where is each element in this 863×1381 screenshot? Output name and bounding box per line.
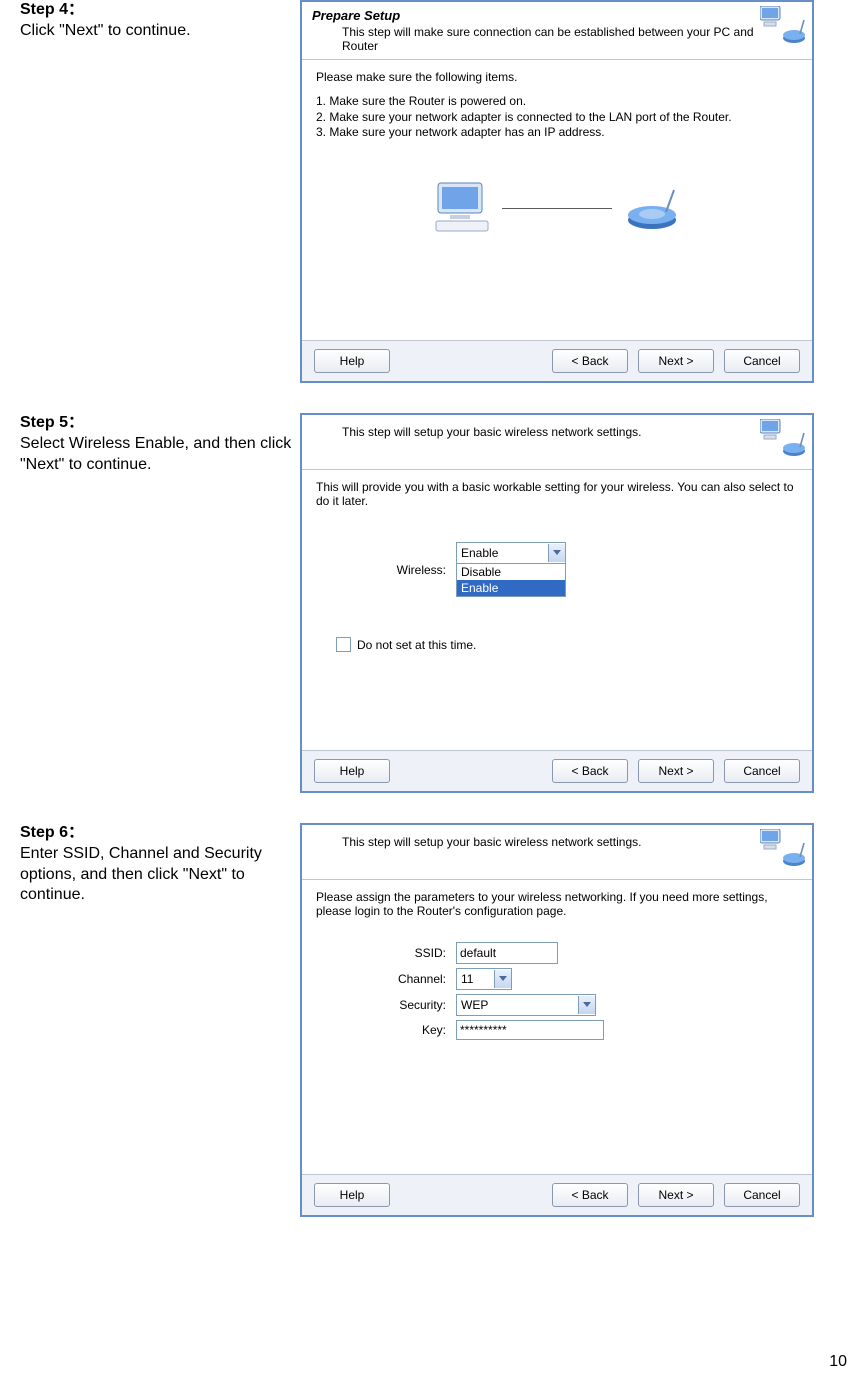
list-item: 3. Make sure your network adapter has an… bbox=[316, 125, 798, 141]
dialog5-subtitle: This step will setup your basic wireless… bbox=[312, 423, 802, 441]
step6-title: Step 6： bbox=[20, 824, 84, 841]
wireless-dropdown[interactable]: Enable Disable Enable bbox=[456, 542, 566, 597]
dialog4-pleasemake: Please make sure the following items. bbox=[316, 70, 798, 84]
pc-router-icon bbox=[760, 6, 806, 46]
dialog6-buttonbar: Help < Back Next > Cancel bbox=[302, 1174, 812, 1215]
connection-line-icon bbox=[502, 208, 612, 209]
next-button[interactable]: Next > bbox=[638, 759, 714, 783]
dialog-step6: This step will setup your basic wireless… bbox=[300, 823, 814, 1217]
step6-text: Step 6： Enter SSID, Channel and Security… bbox=[20, 823, 300, 906]
help-button[interactable]: Help bbox=[314, 759, 390, 783]
router-icon bbox=[622, 186, 682, 232]
pc-router-icon bbox=[760, 419, 806, 459]
ssid-value: default bbox=[458, 945, 498, 961]
security-value: WEP bbox=[457, 998, 578, 1012]
step5-desc: Select Wireless Enable, and then click "… bbox=[20, 435, 291, 473]
cancel-button[interactable]: Cancel bbox=[724, 1183, 800, 1207]
channel-label: Channel: bbox=[316, 972, 456, 986]
chevron-down-icon[interactable] bbox=[548, 544, 565, 562]
dialog5-info: This will provide you with a basic worka… bbox=[316, 480, 798, 508]
wireless-label: Wireless: bbox=[316, 563, 456, 577]
do-not-set-checkbox[interactable] bbox=[336, 637, 351, 652]
dialog6-subtitle: This step will setup your basic wireless… bbox=[312, 833, 802, 851]
dialog-step5: This step will setup your basic wireless… bbox=[300, 413, 814, 793]
dialog-step4: Prepare Setup This step will make sure c… bbox=[300, 0, 814, 383]
step4-desc: Click "Next" to continue. bbox=[20, 22, 191, 39]
dialog4-buttonbar: Help < Back Next > Cancel bbox=[302, 340, 812, 381]
step4-title: Step 4： bbox=[20, 1, 84, 18]
wireless-dropdown-text: Enable bbox=[457, 546, 548, 560]
cancel-button[interactable]: Cancel bbox=[724, 759, 800, 783]
chevron-down-icon[interactable] bbox=[494, 970, 511, 988]
pc-router-icon bbox=[760, 829, 806, 869]
step5-title: Step 5： bbox=[20, 414, 84, 431]
back-button[interactable]: < Back bbox=[552, 759, 628, 783]
step6-desc: Enter SSID, Channel and Security options… bbox=[20, 845, 262, 904]
help-button[interactable]: Help bbox=[314, 1183, 390, 1207]
next-button[interactable]: Next > bbox=[638, 1183, 714, 1207]
ssid-input[interactable]: default bbox=[456, 942, 558, 964]
dropdown-option-enable[interactable]: Enable bbox=[457, 580, 565, 596]
dialog4-item-list: 1. Make sure the Router is powered on. 2… bbox=[316, 94, 798, 141]
list-item: 2. Make sure your network adapter is con… bbox=[316, 110, 798, 126]
back-button[interactable]: < Back bbox=[552, 1183, 628, 1207]
dialog5-buttonbar: Help < Back Next > Cancel bbox=[302, 750, 812, 791]
chevron-down-icon[interactable] bbox=[578, 996, 595, 1014]
connection-diagram bbox=[316, 181, 798, 237]
dialog4-subtitle: This step will make sure connection can … bbox=[312, 23, 802, 55]
key-label: Key: bbox=[316, 1023, 456, 1037]
next-button[interactable]: Next > bbox=[638, 349, 714, 373]
wireless-dropdown-list: Disable Enable bbox=[456, 564, 566, 597]
key-value: ********** bbox=[460, 1023, 507, 1037]
security-dropdown[interactable]: WEP bbox=[456, 994, 596, 1016]
channel-dropdown[interactable]: 11 bbox=[456, 968, 512, 990]
channel-value: 11 bbox=[457, 972, 494, 986]
step4-text: Step 4： Click "Next" to continue. bbox=[20, 0, 300, 42]
page-number: 10 bbox=[829, 1353, 847, 1371]
help-button[interactable]: Help bbox=[314, 349, 390, 373]
pc-icon bbox=[432, 181, 492, 237]
step5-text: Step 5： Select Wireless Enable, and then… bbox=[20, 413, 300, 475]
security-label: Security: bbox=[316, 998, 456, 1012]
ssid-label: SSID: bbox=[316, 946, 456, 960]
dropdown-option-disable[interactable]: Disable bbox=[457, 564, 565, 580]
key-input[interactable]: ********** bbox=[456, 1020, 604, 1040]
dialog4-title: Prepare Setup bbox=[312, 8, 802, 23]
do-not-set-label: Do not set at this time. bbox=[357, 638, 476, 652]
list-item: 1. Make sure the Router is powered on. bbox=[316, 94, 798, 110]
back-button[interactable]: < Back bbox=[552, 349, 628, 373]
dialog6-info: Please assign the parameters to your wir… bbox=[316, 890, 798, 918]
cancel-button[interactable]: Cancel bbox=[724, 349, 800, 373]
